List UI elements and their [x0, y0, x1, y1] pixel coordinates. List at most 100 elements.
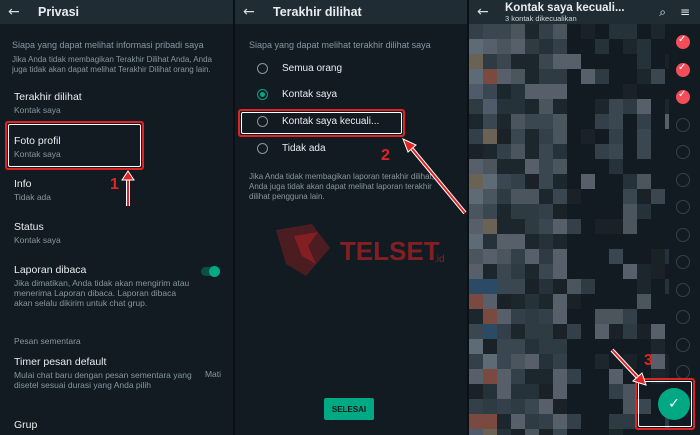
pixel-block [609, 429, 623, 435]
pixel-block [539, 159, 553, 174]
contact-checkbox[interactable] [676, 255, 690, 269]
pixel-block [665, 339, 669, 354]
page-title: Privasi [38, 5, 80, 19]
pixel-block [483, 264, 497, 279]
radio-button[interactable] [257, 63, 268, 74]
pixel-block [581, 144, 595, 159]
contact-checkbox-checked[interactable]: ✓ [676, 61, 690, 77]
option-nobody[interactable]: Tidak ada [257, 143, 326, 154]
pixel-block [609, 54, 623, 69]
pixel-block [469, 144, 483, 159]
contact-checkbox-checked[interactable]: ✓ [676, 89, 690, 104]
back-arrow-icon[interactable]: ← [243, 4, 263, 20]
pixel-block [637, 219, 651, 234]
pixel-block [497, 309, 511, 324]
pixel-block [511, 54, 525, 69]
pixel-block [637, 309, 651, 324]
pixel-block [497, 294, 511, 309]
pixel-block [511, 69, 525, 84]
pixel-block [567, 24, 581, 39]
pixel-block [651, 69, 665, 84]
pixel-block [595, 399, 609, 414]
pixel-block [553, 174, 567, 189]
page-title: Kontak saya kecuali... [505, 1, 625, 14]
option-label: Semua orang [282, 63, 343, 74]
contact-checkbox[interactable] [676, 337, 690, 352]
check-icon: ✓ [678, 61, 687, 73]
radio-button[interactable] [257, 143, 268, 154]
app-bar: ← Terakhir dilihat [235, 0, 467, 24]
contact-checkbox[interactable] [676, 227, 690, 242]
pixel-block [553, 339, 567, 354]
contact-checkbox-checked[interactable]: ✓ [676, 34, 690, 49]
setting-default-timer[interactable]: Timer pesan default Mulai chat baru deng… [14, 356, 193, 390]
pixel-block [623, 204, 637, 219]
pixel-block [651, 309, 665, 324]
pixel-block [497, 69, 511, 84]
pixel-block [595, 339, 609, 354]
setting-last-seen[interactable]: Terakhir dilihat Kontak saya [14, 91, 219, 115]
pixel-block [567, 114, 581, 129]
contact-checkbox[interactable] [676, 145, 690, 159]
select-all-icon[interactable]: ≡ [680, 5, 690, 19]
pixel-block [623, 114, 637, 129]
pixel-block [525, 144, 539, 159]
contact-checkbox[interactable] [676, 117, 690, 132]
watermark-logo: TELSET .id [276, 224, 445, 276]
pixel-block [483, 129, 497, 144]
back-arrow-icon[interactable]: ← [8, 4, 28, 20]
pixel-block [623, 39, 637, 54]
setting-read-receipts[interactable]: Laporan dibaca Jika dimatikan, Anda tida… [14, 264, 193, 308]
contact-checkbox[interactable] [676, 200, 690, 214]
pixel-block [525, 414, 539, 429]
pixel-block [469, 354, 483, 369]
pixel-block [539, 354, 553, 369]
pixel-block [665, 294, 669, 309]
setting-status[interactable]: Status Kontak saya [14, 221, 219, 245]
pixel-block [525, 384, 539, 399]
read-receipts-toggle[interactable] [201, 266, 220, 277]
pixel-block [609, 39, 623, 54]
excluded-count: 3 kontak dikecualikan [505, 13, 577, 23]
section-header: Siapa yang dapat melihat informasi priba… [12, 40, 204, 50]
back-arrow-icon[interactable]: ← [477, 4, 497, 20]
pixel-block [539, 39, 553, 54]
pixel-block [539, 114, 553, 129]
search-icon[interactable]: ⌕ [659, 5, 666, 20]
pixel-block [469, 294, 483, 309]
contact-checkbox[interactable] [676, 282, 690, 297]
setting-groups[interactable]: Grup [14, 419, 219, 431]
pixel-block [665, 39, 669, 54]
pixel-block [511, 144, 525, 159]
pixel-block [469, 24, 483, 39]
pixel-block [623, 24, 637, 39]
option-everyone[interactable]: Semua orang [257, 63, 342, 74]
option-my-contacts[interactable]: Kontak saya [257, 89, 337, 100]
pixel-block [483, 279, 497, 294]
pixel-block [511, 384, 525, 399]
pixel-block [651, 129, 665, 144]
pixel-block [511, 219, 525, 234]
contact-checkbox[interactable] [676, 365, 690, 379]
pixel-block [483, 189, 497, 204]
pixel-block [511, 414, 525, 429]
contact-checkbox[interactable] [676, 310, 690, 324]
pixel-block [665, 264, 669, 279]
pixel-block [483, 24, 497, 39]
pixel-block [609, 144, 623, 159]
done-button[interactable]: SELESAI [324, 398, 374, 420]
pixel-block [511, 99, 525, 114]
pixel-block [567, 174, 581, 189]
pixel-block [665, 309, 669, 324]
pixel-block [581, 324, 595, 339]
pixel-block [651, 84, 665, 99]
pixel-block [595, 429, 609, 435]
pixel-block [525, 129, 539, 144]
pixel-block [511, 174, 525, 189]
pixel-block [497, 249, 511, 264]
pixel-block [665, 54, 669, 69]
contact-checkbox[interactable] [676, 172, 690, 187]
pixel-block [525, 69, 539, 84]
radio-button-selected[interactable] [257, 89, 268, 100]
pixel-block [581, 354, 595, 369]
